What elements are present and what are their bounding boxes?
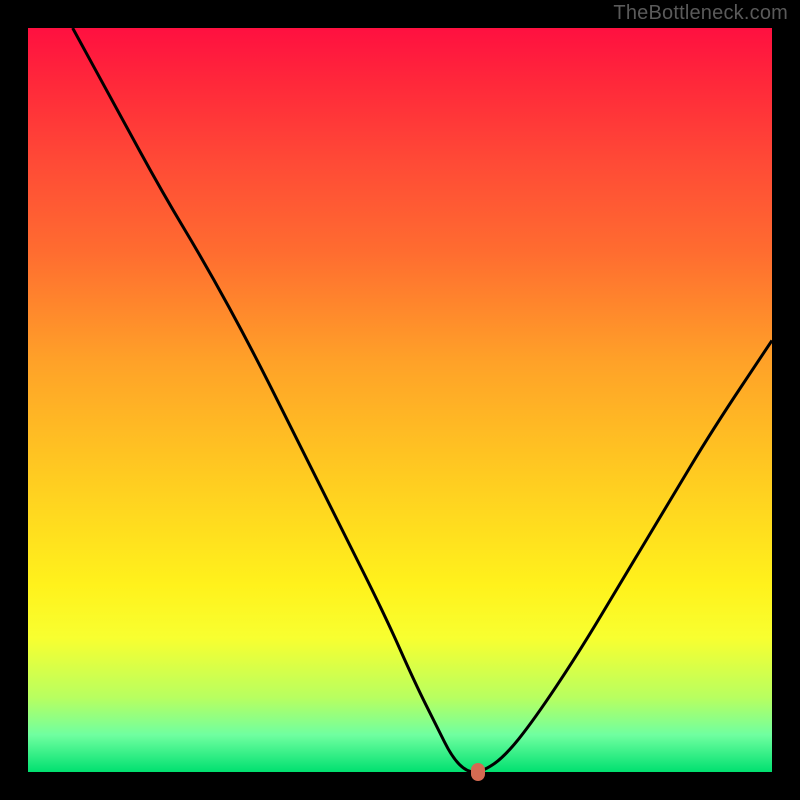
bottleneck-curve xyxy=(28,28,772,772)
optimal-point-marker xyxy=(471,763,485,781)
chart-container: TheBottleneck.com xyxy=(0,0,800,800)
curve-path xyxy=(73,28,772,772)
attribution-label: TheBottleneck.com xyxy=(613,2,788,25)
plot-area xyxy=(28,28,772,772)
